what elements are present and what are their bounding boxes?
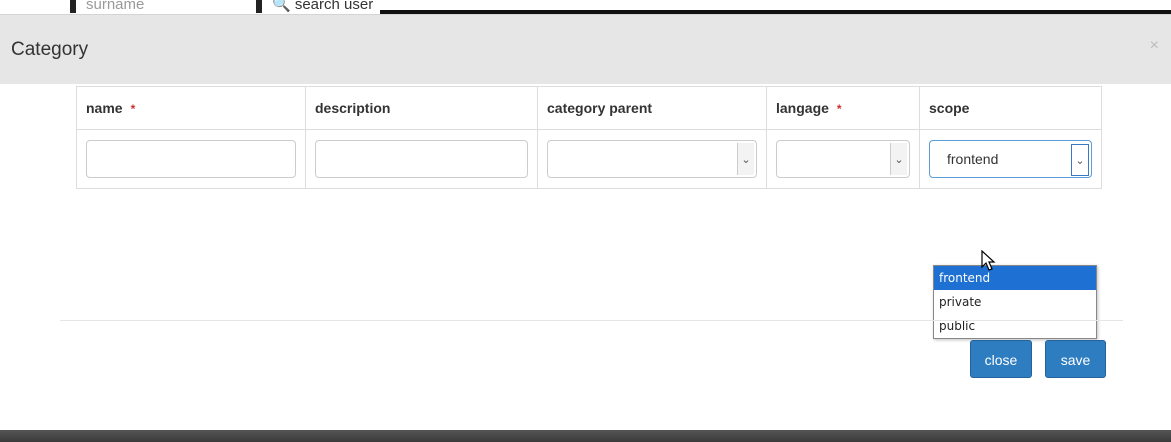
- header-category-parent: category parent: [537, 86, 767, 130]
- header-scope: scope: [919, 86, 1102, 130]
- table-row: ⌄ ⌄ frontend ⌄: [76, 129, 1102, 189]
- header-name: name *: [76, 86, 306, 130]
- surname-field-background: surname: [70, 0, 266, 13]
- table-header-row: name * description category parent langag…: [76, 86, 1102, 130]
- close-button[interactable]: close: [970, 340, 1032, 378]
- modal-header: Category ×: [0, 14, 1171, 85]
- surname-placeholder: surname: [86, 0, 145, 13]
- header-langage: langage *: [766, 86, 920, 130]
- mouse-cursor-icon: [981, 250, 996, 271]
- dropdown-option-public[interactable]: public: [934, 314, 1096, 338]
- required-marker: *: [130, 102, 136, 116]
- langage-select[interactable]: ⌄: [776, 140, 910, 178]
- scope-selected-value: frontend: [947, 151, 999, 167]
- dropdown-option-frontend[interactable]: frontend: [934, 266, 1096, 290]
- modal-title: Category: [11, 39, 89, 60]
- footer-divider: [60, 320, 1123, 321]
- search-user-label: 🔍 search user: [272, 0, 374, 13]
- header-langage-label: langage: [776, 100, 829, 116]
- required-marker: *: [836, 102, 842, 116]
- header-scope-label: scope: [929, 100, 970, 116]
- background-page-bottom: [0, 430, 1171, 442]
- chevron-down-icon[interactable]: ⌄: [737, 143, 754, 175]
- close-icon[interactable]: ×: [1150, 37, 1159, 55]
- description-cell: [305, 129, 538, 189]
- category-parent-select[interactable]: ⌄: [547, 140, 757, 178]
- scope-dropdown-list: frontend private public: [933, 265, 1097, 339]
- name-input[interactable]: [86, 140, 296, 178]
- category-form-table: name * description category parent langag…: [76, 86, 1102, 189]
- chevron-down-icon[interactable]: ⌄: [1071, 144, 1089, 176]
- name-cell: [76, 129, 306, 189]
- description-input[interactable]: [315, 140, 528, 178]
- langage-cell: ⌄: [766, 129, 920, 189]
- header-name-label: name: [86, 100, 123, 116]
- scope-select[interactable]: frontend ⌄: [929, 140, 1092, 178]
- scope-cell: frontend ⌄: [919, 129, 1102, 189]
- header-category-parent-label: category parent: [547, 100, 653, 116]
- search-user-button-background: 🔍 search user: [256, 0, 396, 13]
- save-button[interactable]: save: [1045, 340, 1106, 378]
- dropdown-option-private[interactable]: private: [934, 290, 1096, 314]
- category-parent-cell: ⌄: [537, 129, 767, 189]
- header-description: description: [305, 86, 538, 130]
- header-description-label: description: [315, 100, 391, 116]
- background-page: surname 🔍 search user: [0, 0, 1171, 16]
- chevron-down-icon[interactable]: ⌄: [890, 143, 907, 175]
